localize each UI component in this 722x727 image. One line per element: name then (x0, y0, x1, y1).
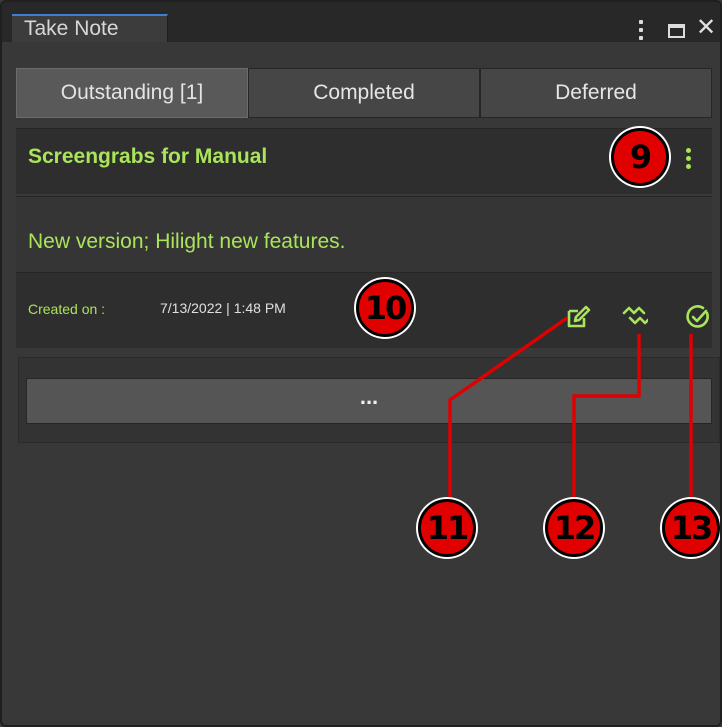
take-note-window: Take Note ✕ Outstanding [1] Completed De… (0, 0, 722, 727)
annotation-leader-lines (448, 316, 693, 502)
callout-9: 9 (611, 128, 669, 186)
leader-line-12 (572, 334, 641, 502)
callout-13: 13 (662, 499, 720, 557)
callout-12: 12 (545, 499, 603, 557)
callout-10: 10 (356, 279, 414, 337)
callout-11: 11 (418, 499, 476, 557)
leader-line-11 (448, 316, 569, 502)
